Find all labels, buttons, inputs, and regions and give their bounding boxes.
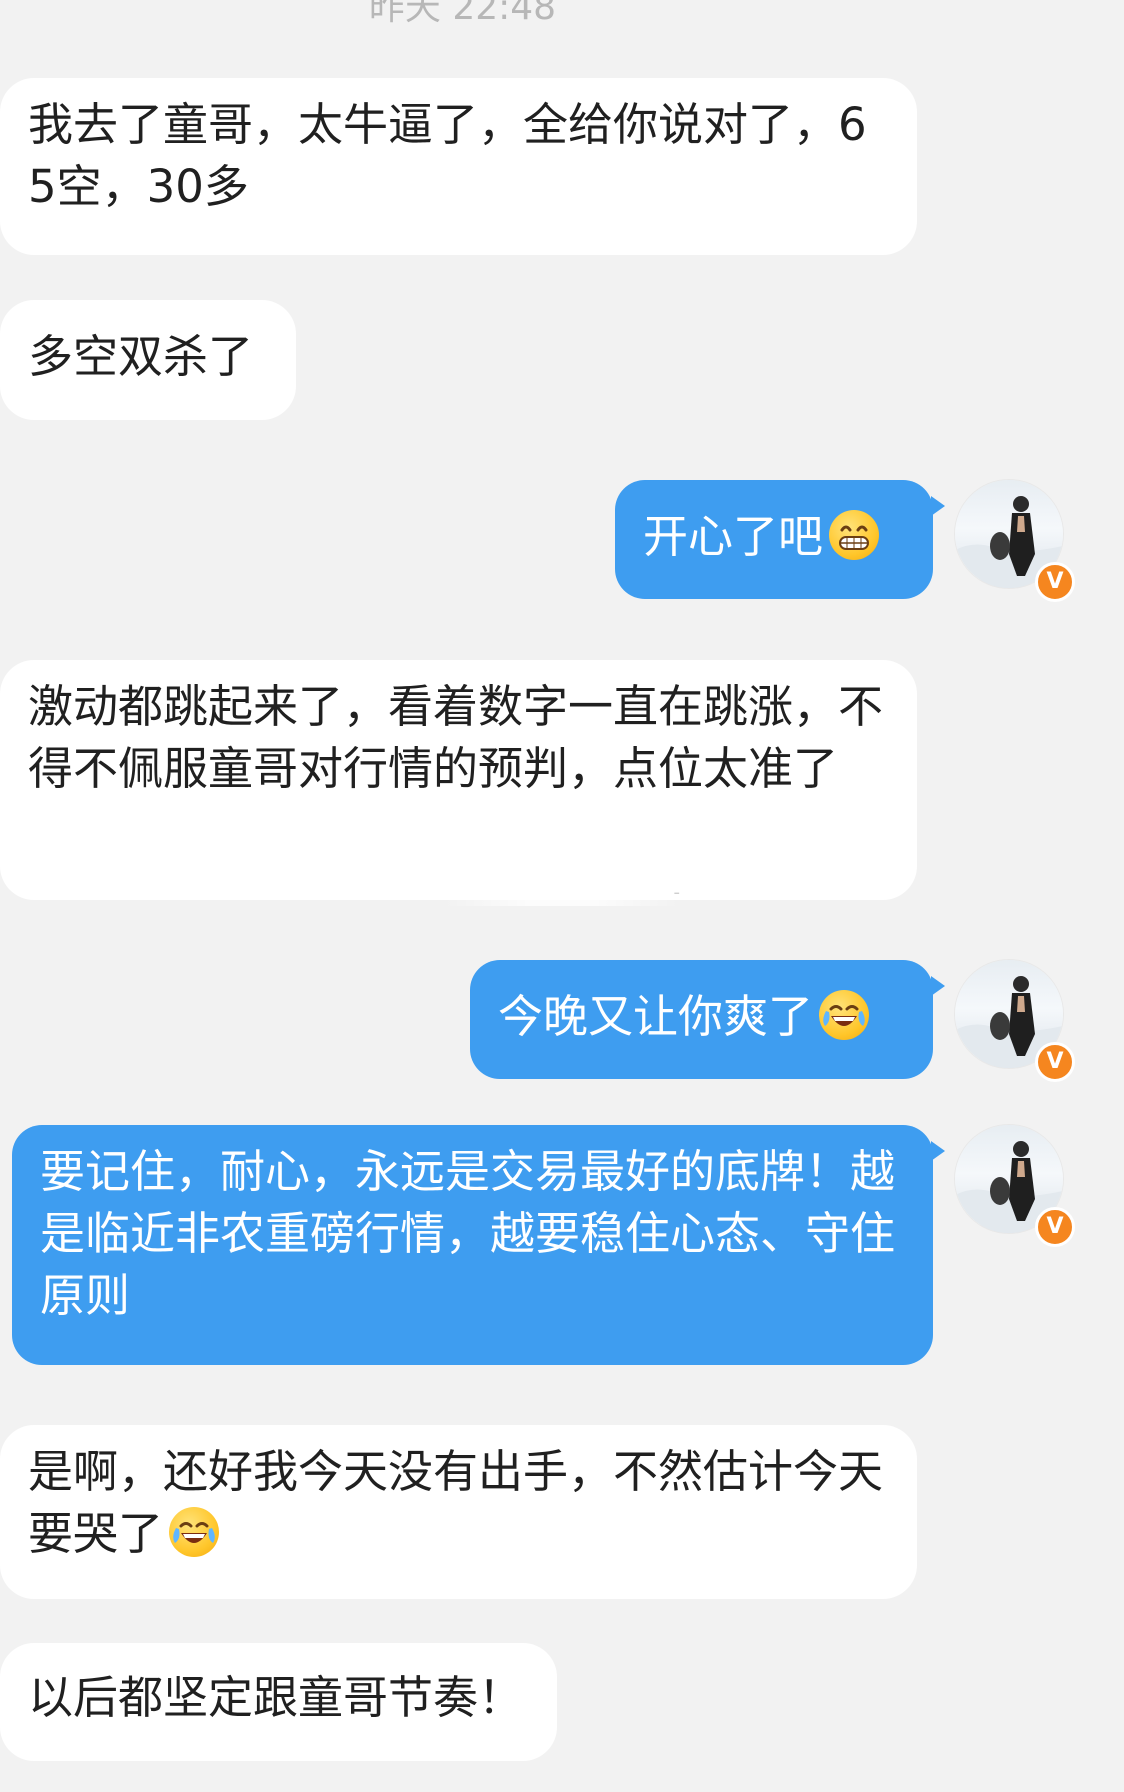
message-bubble-received[interactable]: 我去了童哥，太牛逼了，全给你说对了，65空，30多 bbox=[0, 78, 917, 255]
verified-badge: V bbox=[1035, 1207, 1075, 1247]
message-text: 多空双杀了 bbox=[28, 330, 254, 383]
message-text: 是啊，还好我今天没有出手，不然估计今天要哭了 bbox=[28, 1445, 884, 1560]
message-bubble-received[interactable]: 以后都坚定跟童哥节奏！ bbox=[0, 1643, 557, 1761]
message-text: 要记住，耐心，永远是交易最好的底牌！越是临近非农重磅行情，越要稳住心态、守住原则 bbox=[40, 1145, 896, 1322]
message-text: 今晚又让你爽了 bbox=[498, 990, 814, 1043]
tears-of-joy-icon bbox=[819, 990, 870, 1040]
message-text: 开心了吧 bbox=[643, 510, 824, 563]
message-bubble-sent[interactable]: 要记住，耐心，永远是交易最好的底牌！越是临近非农重磅行情，越要稳住心态、守住原则 bbox=[12, 1125, 945, 1365]
verified-badge: V bbox=[1035, 562, 1075, 602]
message-text: 激动都跳起来了，看着数字一直在跳涨，不得不佩服童哥对行情的预判，点位太准了 bbox=[28, 680, 884, 795]
message-bubble-sent[interactable]: 今晚又让你爽了 bbox=[470, 960, 945, 1079]
tears-of-joy-icon bbox=[169, 1507, 220, 1557]
grinning-face-icon bbox=[829, 510, 880, 560]
verified-badge: V bbox=[1035, 1042, 1075, 1082]
watermark: - bbox=[444, 880, 680, 906]
message-text: 以后都坚定跟童哥节奏！ bbox=[28, 1671, 524, 1724]
message-text: 我去了童哥，太牛逼了，全给你说对了，65空，30多 bbox=[28, 98, 867, 213]
message-bubble-received[interactable]: 是啊，还好我今天没有出手，不然估计今天要哭了 bbox=[0, 1425, 917, 1599]
message-bubble-sent[interactable]: 开心了吧 bbox=[615, 480, 945, 599]
chat-timestamp: 昨天 22:48 bbox=[368, 0, 557, 28]
chat-thread: 昨天 22:48 我去了童哥，太牛逼了，全给你说对了，65空，30多 多空双杀了… bbox=[0, 0, 1124, 1792]
message-bubble-received[interactable]: 多空双杀了 bbox=[0, 300, 296, 420]
message-bubble-received[interactable]: 激动都跳起来了，看着数字一直在跳涨，不得不佩服童哥对行情的预判，点位太准了 bbox=[0, 660, 917, 900]
